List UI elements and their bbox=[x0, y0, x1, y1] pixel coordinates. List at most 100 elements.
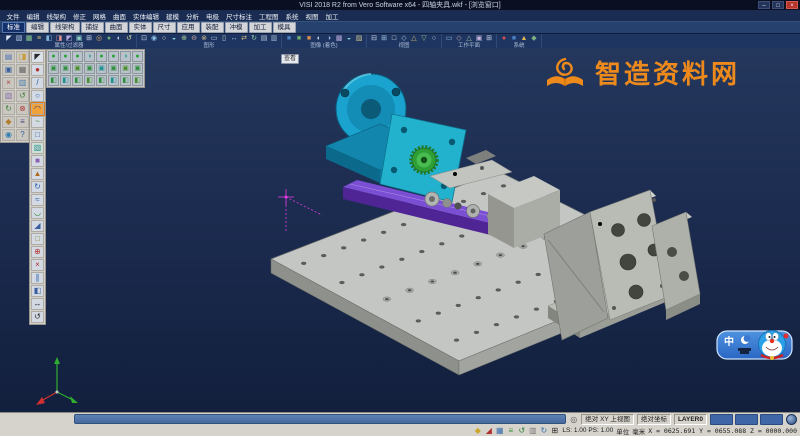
shade-hidden-icon[interactable]: ▣ bbox=[60, 63, 71, 74]
wp-grid-icon[interactable]: ⊞ bbox=[485, 35, 493, 43]
menu-item[interactable]: 曲面 bbox=[110, 11, 130, 21]
pan-icon[interactable]: ▭ bbox=[210, 35, 218, 43]
shade-flat-icon[interactable]: ▣ bbox=[72, 63, 83, 74]
toolbar-tab[interactable]: 捕捉 bbox=[81, 22, 104, 33]
filter-right-icon[interactable]: ◨ bbox=[55, 35, 63, 43]
ime-lang-indicator[interactable]: 中 bbox=[724, 335, 734, 348]
layer-status-icon[interactable]: ≡ bbox=[506, 426, 515, 435]
menu-item[interactable]: 建模 bbox=[163, 11, 183, 21]
entity-dot-icon[interactable]: ● bbox=[105, 35, 113, 43]
light-three-icon[interactable]: ▣ bbox=[132, 63, 143, 74]
menu-item[interactable]: 加工 bbox=[322, 11, 342, 21]
background-two-icon[interactable]: ◧ bbox=[96, 75, 107, 86]
circle-tool-icon[interactable]: ○ bbox=[31, 90, 44, 102]
fillet-tool-icon[interactable]: ◡ bbox=[31, 207, 44, 219]
menu-item[interactable]: 网格 bbox=[90, 11, 110, 21]
toolbar-tab[interactable]: 装配 bbox=[201, 22, 224, 33]
texture-icon[interactable]: ▩ bbox=[335, 35, 343, 43]
rect-tool-icon[interactable]: □ bbox=[31, 129, 44, 141]
render-two-icon[interactable]: ◧ bbox=[60, 75, 71, 86]
layer-manager-icon[interactable]: ≡ bbox=[16, 116, 29, 128]
active-layer-field[interactable]: LAYER0 bbox=[674, 414, 707, 425]
grid-b-icon[interactable]: ▥ bbox=[270, 35, 278, 43]
shade-orange-icon[interactable]: ■ bbox=[305, 35, 313, 43]
light-two-icon[interactable]: ▣ bbox=[120, 63, 131, 74]
sys-square-icon[interactable]: ■ bbox=[510, 35, 518, 43]
shade-blue-icon[interactable]: ■ bbox=[285, 35, 293, 43]
view-up-icon[interactable]: △ bbox=[410, 35, 418, 43]
chamfer-tool-icon[interactable]: ◢ bbox=[31, 220, 44, 232]
select-box-icon[interactable]: ▧ bbox=[15, 35, 23, 43]
new-file-icon[interactable]: ▤ bbox=[2, 51, 15, 63]
view-minus-icon[interactable]: ⊟ bbox=[370, 35, 378, 43]
sys-dot-icon[interactable]: ● bbox=[500, 35, 508, 43]
globe-icon[interactable] bbox=[786, 414, 797, 425]
config-one-icon[interactable]: ◧ bbox=[120, 75, 131, 86]
arc-tool-icon[interactable]: ◠ bbox=[31, 103, 44, 115]
shade-half-b-icon[interactable]: ◑ bbox=[325, 35, 333, 43]
toolbar-tab[interactable]: 线架构 bbox=[50, 22, 80, 33]
shade-half-icon[interactable]: ◐ bbox=[315, 35, 323, 43]
toolbar-tab[interactable]: 冲模 bbox=[225, 22, 248, 33]
sys-diamond-icon[interactable]: ◆ bbox=[530, 35, 538, 43]
snap-grid-icon[interactable]: ⊞ bbox=[550, 426, 559, 435]
menu-item[interactable]: 视图 bbox=[302, 11, 322, 21]
mirror-tool-icon[interactable]: ◧ bbox=[31, 285, 44, 297]
zoom-all-icon[interactable]: ◉ bbox=[150, 35, 158, 43]
cut-icon[interactable]: × bbox=[2, 77, 15, 89]
view-trimetric-icon[interactable]: ● bbox=[132, 51, 143, 62]
light-one-icon[interactable]: ▣ bbox=[108, 63, 119, 74]
offset-tool-icon[interactable]: ∥ bbox=[31, 272, 44, 284]
surface-tool-icon[interactable]: ▧ bbox=[31, 142, 44, 154]
shade-transparent-icon[interactable]: ▣ bbox=[96, 63, 107, 74]
background-three-icon[interactable]: ◧ bbox=[108, 75, 119, 86]
view-back-icon[interactable]: ◑ bbox=[84, 51, 95, 62]
menu-item[interactable]: 线架构 bbox=[43, 11, 70, 21]
menu-item[interactable]: 系统 bbox=[282, 11, 302, 21]
view-left-right-icon[interactable]: ↔ bbox=[230, 35, 238, 43]
shade-green-icon[interactable]: ■ bbox=[295, 35, 303, 43]
zoom-out-icon[interactable]: ⊖ bbox=[190, 35, 198, 43]
zoom-prev-icon[interactable]: ⊗ bbox=[200, 35, 208, 43]
redraw-icon[interactable]: ⊡ bbox=[140, 35, 148, 43]
hatch-icon[interactable]: ▨ bbox=[355, 35, 363, 43]
config-two-icon[interactable]: ◧ bbox=[132, 75, 143, 86]
revolve-tool-icon[interactable]: ↻ bbox=[31, 181, 44, 193]
render-three-icon[interactable]: ◧ bbox=[72, 75, 83, 86]
layer-color-3-icon[interactable] bbox=[760, 414, 783, 425]
toolbar-tab[interactable]: 加工 bbox=[249, 22, 272, 33]
undo-icon[interactable]: ↺ bbox=[16, 90, 29, 102]
shade-smooth-icon[interactable]: ▣ bbox=[84, 63, 95, 74]
extrude-tool-icon[interactable]: ▲ bbox=[31, 168, 44, 180]
menu-item[interactable]: 分析 bbox=[183, 11, 203, 21]
trim-tool-icon[interactable]: × bbox=[31, 259, 44, 271]
viewport-3d[interactable]: ▤◨▣▦×▥▧↺↻⊗◆≡◉? ◤●/○◠~□▧■▲↻≈◡◢□⊕×∥◧↔↺ ●●●… bbox=[0, 48, 800, 412]
toolbar-tab[interactable]: 曲面 bbox=[105, 22, 128, 33]
layer-color-2-icon[interactable] bbox=[735, 414, 758, 425]
menu-item[interactable]: 修正 bbox=[70, 11, 90, 21]
view-right-icon[interactable]: ● bbox=[108, 51, 119, 62]
close-button[interactable]: × bbox=[786, 1, 798, 9]
paste-icon[interactable]: ▧ bbox=[2, 90, 15, 102]
filter-corner-icon[interactable]: ◩ bbox=[65, 35, 73, 43]
wp-square-icon[interactable]: ▣ bbox=[475, 35, 483, 43]
render-one-icon[interactable]: ◧ bbox=[48, 75, 59, 86]
menu-item[interactable]: 尺寸标注 bbox=[223, 11, 256, 21]
layer-color-1-icon[interactable] bbox=[710, 414, 733, 425]
refresh-status-icon[interactable]: ↻ bbox=[539, 426, 548, 435]
ime-toolbar[interactable]: 中 bbox=[716, 324, 796, 371]
filter-left-icon[interactable]: ◧ bbox=[45, 35, 53, 43]
view-isometric-icon[interactable]: ● bbox=[48, 51, 59, 62]
filter-all-icon[interactable]: ▦ bbox=[25, 35, 33, 43]
grid-status-icon[interactable]: ▦ bbox=[495, 426, 504, 435]
reset-filter-icon[interactable]: ↺ bbox=[125, 35, 133, 43]
view-down-icon[interactable]: ▽ bbox=[420, 35, 428, 43]
select-tool-icon[interactable]: ◤ bbox=[31, 51, 44, 63]
toolbar-tab[interactable]: 编辑 bbox=[26, 22, 49, 33]
help-icon[interactable]: ? bbox=[16, 129, 29, 141]
copy-icon[interactable]: ▥ bbox=[16, 77, 29, 89]
zoom-sel-icon[interactable]: ◒ bbox=[170, 35, 178, 43]
annotation-status-icon[interactable]: ◆ bbox=[473, 426, 482, 435]
filter-list-icon[interactable]: ≡ bbox=[35, 35, 43, 43]
view-left-icon[interactable]: ● bbox=[96, 51, 107, 62]
